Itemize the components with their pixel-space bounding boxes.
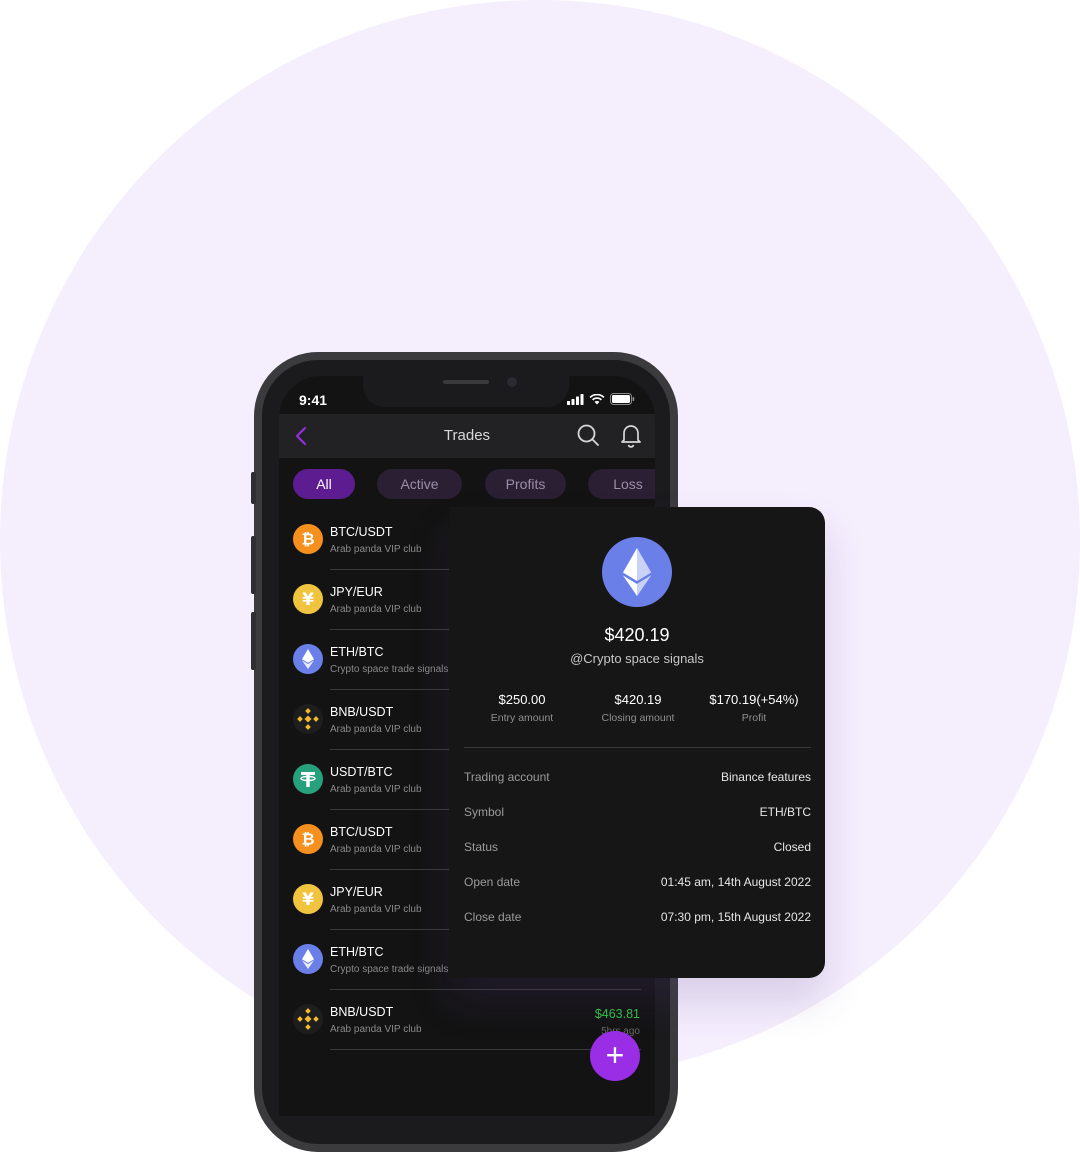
detail-row-trading-account: Trading account Binance features bbox=[464, 770, 811, 786]
trade-group: Arab panda VIP club bbox=[330, 1024, 422, 1035]
stat-label: Entry amount bbox=[490, 712, 554, 724]
stat-label: Closing amount bbox=[601, 712, 675, 724]
detail-value: Closed bbox=[773, 840, 811, 854]
tether-icon bbox=[293, 764, 323, 794]
notch bbox=[363, 376, 569, 407]
ethereum-icon bbox=[602, 537, 672, 607]
add-trade-button[interactable]: + bbox=[590, 1031, 640, 1081]
detail-label: Trading account bbox=[464, 770, 550, 784]
status-time: 9:41 bbox=[299, 392, 328, 408]
ethereum-icon bbox=[293, 644, 323, 674]
signal-icon bbox=[567, 393, 584, 405]
trade-pair: BTC/USDT bbox=[330, 825, 393, 839]
trade-group: Arab panda VIP club bbox=[330, 604, 422, 615]
speaker bbox=[443, 380, 489, 384]
trade-amount: $463.81 bbox=[594, 1007, 640, 1021]
bitcoin-icon: ₿ bbox=[293, 824, 323, 854]
tab-active[interactable]: Active bbox=[377, 469, 462, 499]
tab-all[interactable]: All bbox=[293, 469, 355, 499]
filter-tabs: All Active Profits Loss bbox=[293, 469, 655, 499]
battery-icon bbox=[610, 393, 635, 405]
search-icon[interactable] bbox=[576, 423, 600, 447]
stat-value: $420.19 bbox=[614, 692, 662, 707]
stat-profit: $170.19(+54%) Profit bbox=[694, 692, 814, 724]
detail-value: Binance features bbox=[720, 770, 811, 784]
trade-pair: ETH/BTC bbox=[330, 645, 384, 659]
detail-label: Status bbox=[464, 840, 499, 854]
trade-pair: BNB/USDT bbox=[330, 705, 394, 719]
status-icons bbox=[567, 393, 635, 405]
detail-value: ETH/BTC bbox=[759, 805, 811, 819]
plus-icon: + bbox=[605, 1037, 625, 1073]
binance-icon bbox=[293, 1004, 323, 1034]
detail-row-close-date: Close date 07:30 pm, 15th August 2022 bbox=[464, 910, 811, 926]
detail-price: $420.19 bbox=[604, 625, 670, 645]
detail-label: Close date bbox=[464, 910, 522, 924]
trade-detail-card: $420.19 @Crypto space signals $250.00 En… bbox=[449, 507, 825, 978]
trade-pair: USDT/BTC bbox=[330, 765, 393, 779]
detail-value: 07:30 pm, 15th August 2022 bbox=[660, 910, 811, 924]
front-camera bbox=[507, 377, 517, 387]
stat-closing: $420.19 Closing amount bbox=[578, 692, 698, 724]
trade-pair: BTC/USDT bbox=[330, 525, 393, 539]
trade-group: Arab panda VIP club bbox=[330, 544, 422, 555]
trade-pair: BNB/USDT bbox=[330, 1005, 394, 1019]
tab-loss[interactable]: Loss bbox=[588, 469, 655, 499]
volume-down-button bbox=[251, 612, 256, 670]
svg-text:¥: ¥ bbox=[302, 890, 314, 910]
trade-group: Crypto space trade signals bbox=[330, 664, 449, 675]
detail-label: Symbol bbox=[464, 805, 505, 819]
svg-text:₿: ₿ bbox=[301, 530, 314, 549]
mute-switch bbox=[251, 472, 256, 504]
stat-value: $250.00 bbox=[498, 692, 546, 707]
trade-group: Arab panda VIP club bbox=[330, 904, 422, 915]
svg-text:₿: ₿ bbox=[301, 830, 314, 849]
app-header: Trades bbox=[279, 414, 655, 458]
detail-handle: @Crypto space signals bbox=[570, 651, 704, 666]
detail-label: Open date bbox=[464, 875, 521, 889]
bitcoin-icon: ₿ bbox=[293, 524, 323, 554]
wifi-icon bbox=[589, 393, 605, 404]
detail-row-open-date: Open date 01:45 am, 14th August 2022 bbox=[464, 875, 811, 891]
yen-icon: ¥ bbox=[293, 584, 323, 614]
stat-value: $170.19(+54%) bbox=[709, 692, 799, 707]
tab-profits[interactable]: Profits bbox=[485, 469, 566, 499]
svg-text:¥: ¥ bbox=[302, 590, 314, 610]
yen-icon: ¥ bbox=[293, 884, 323, 914]
trade-group: Arab panda VIP club bbox=[330, 724, 422, 735]
trade-pair: JPY/EUR bbox=[330, 885, 383, 899]
trade-pair: ETH/BTC bbox=[330, 945, 384, 959]
detail-row-symbol: Symbol ETH/BTC bbox=[464, 805, 811, 821]
stat-label: Profit bbox=[741, 712, 767, 724]
trade-group: Arab panda VIP club bbox=[330, 844, 422, 855]
bell-icon[interactable] bbox=[619, 422, 643, 448]
detail-value: 01:45 am, 14th August 2022 bbox=[660, 875, 811, 889]
stat-entry: $250.00 Entry amount bbox=[462, 692, 582, 724]
ethereum-icon bbox=[293, 944, 323, 974]
detail-row-status: Status Closed bbox=[464, 840, 811, 856]
trade-group: Arab panda VIP club bbox=[330, 784, 422, 795]
volume-up-button bbox=[251, 536, 256, 594]
binance-icon bbox=[293, 704, 323, 734]
card-divider bbox=[464, 747, 811, 748]
trade-pair: JPY/EUR bbox=[330, 585, 383, 599]
trade-group: Crypto space trade signals bbox=[330, 964, 449, 975]
